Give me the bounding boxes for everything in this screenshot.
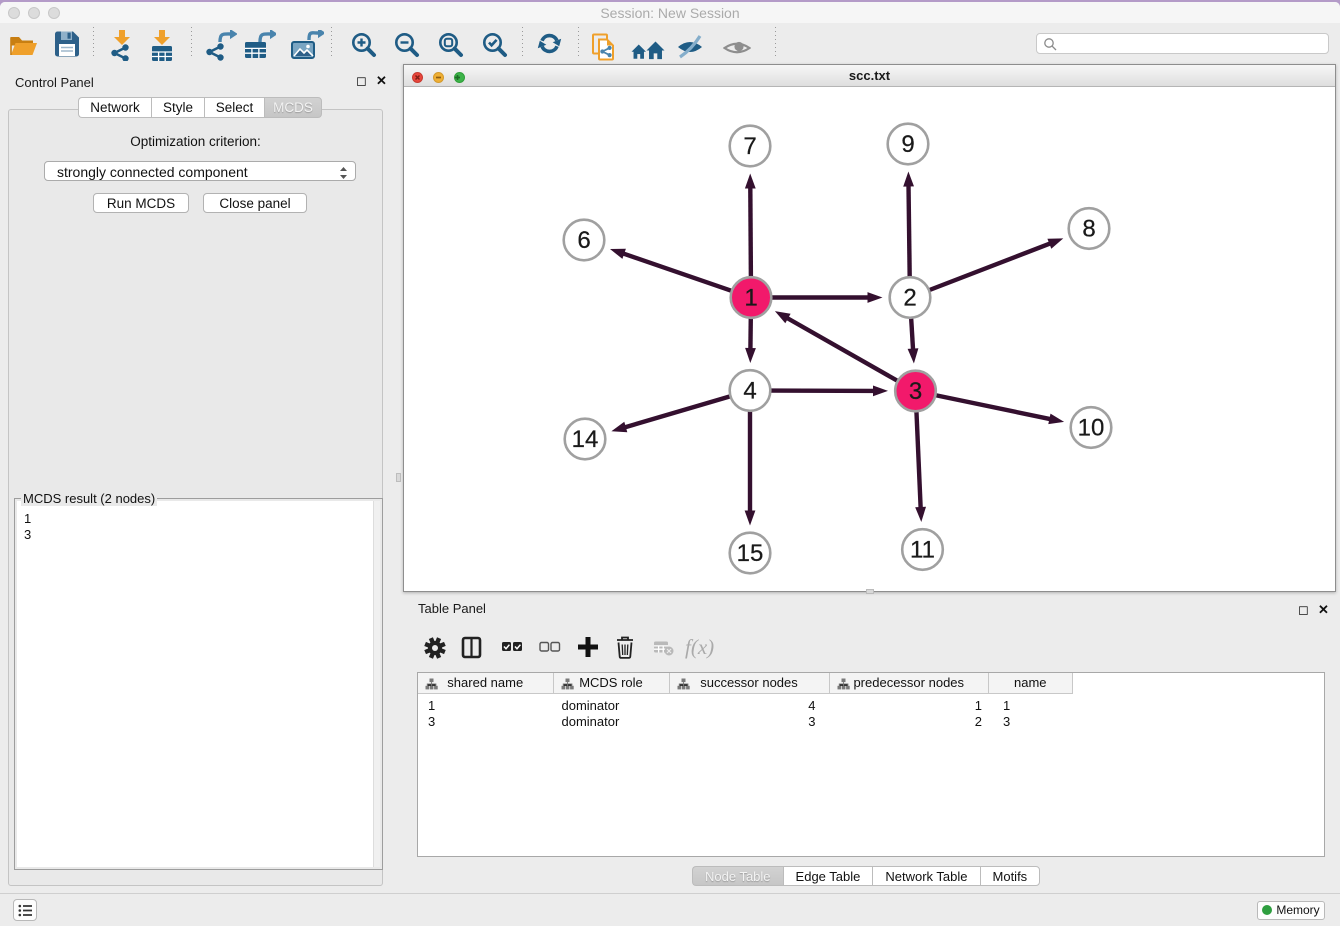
svg-text:10: 10 (1078, 415, 1105, 442)
svg-text:8: 8 (1082, 216, 1095, 243)
svg-text:4: 4 (743, 378, 756, 405)
svg-text:15: 15 (737, 540, 764, 567)
svg-text:2: 2 (903, 285, 916, 312)
svg-text:6: 6 (577, 227, 590, 254)
svg-text:1: 1 (744, 285, 757, 312)
svg-text:3: 3 (909, 378, 922, 405)
svg-text:9: 9 (901, 131, 914, 158)
svg-text:f(x): f(x) (685, 635, 714, 659)
svg-text:7: 7 (743, 133, 756, 160)
svg-text:11: 11 (910, 537, 935, 564)
svg-text:14: 14 (572, 426, 599, 453)
